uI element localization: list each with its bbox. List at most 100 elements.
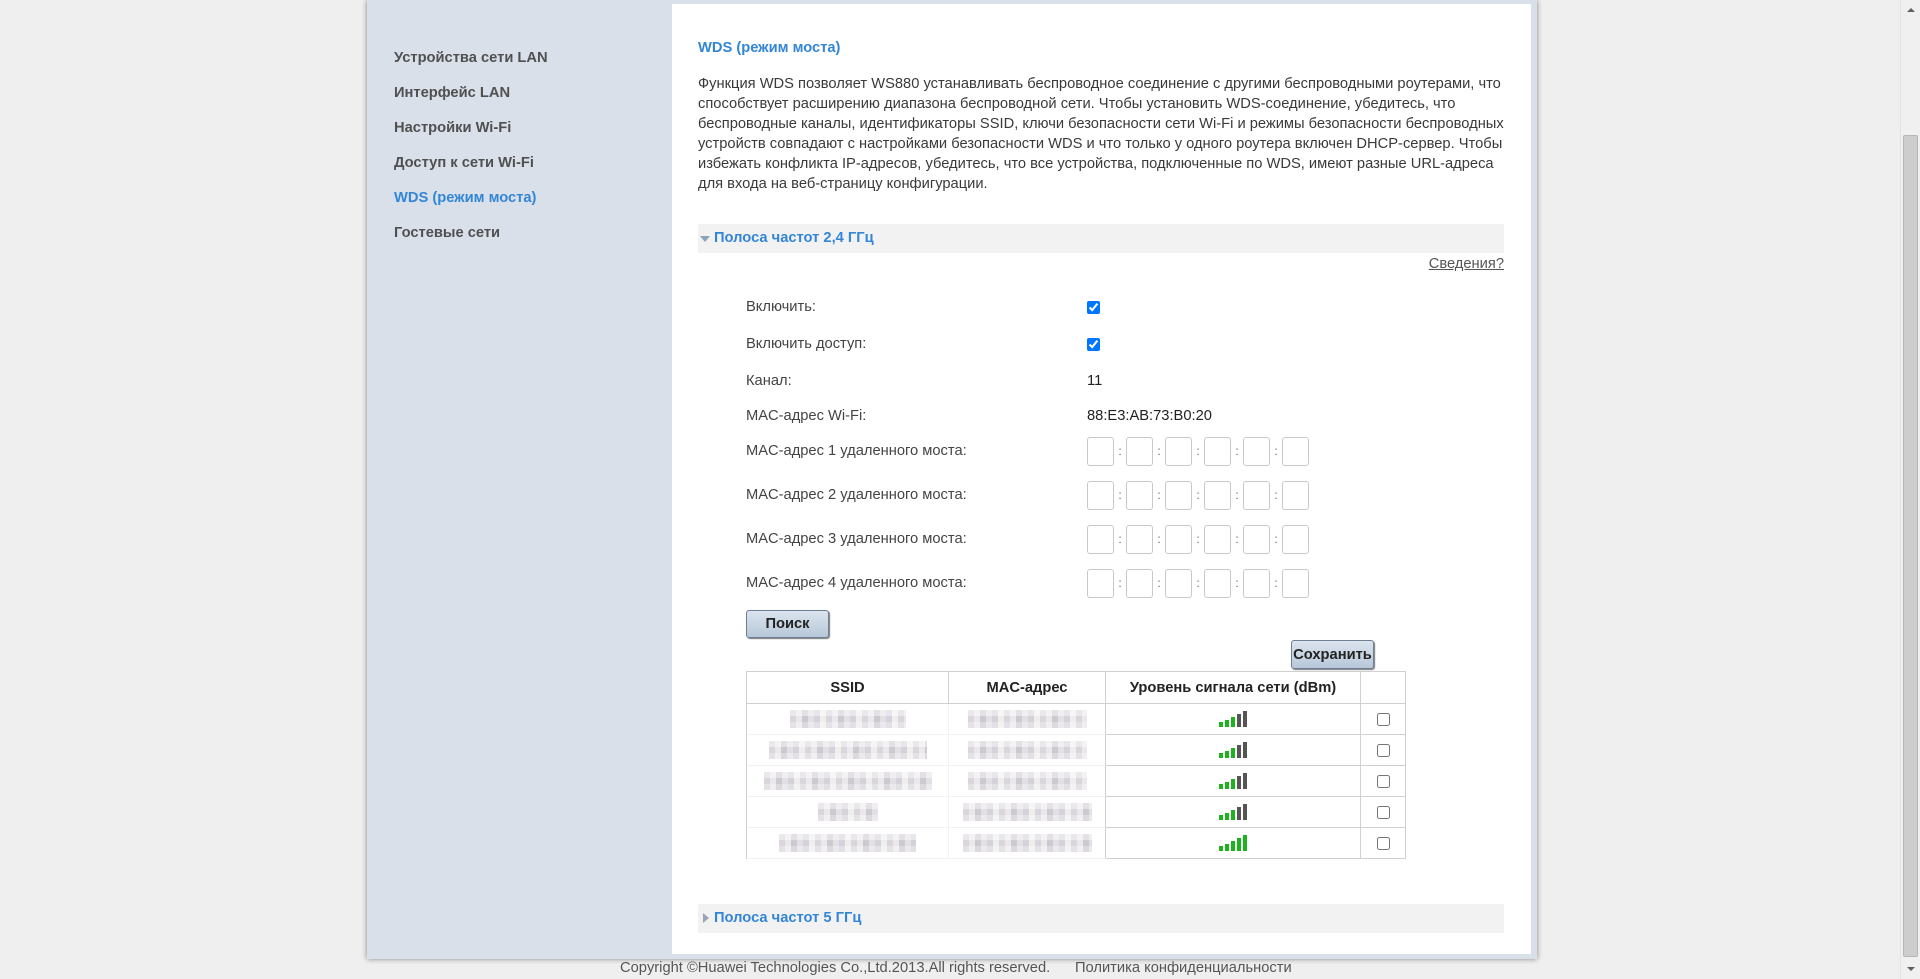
table-row[interactable]: [747, 766, 1406, 797]
help-link[interactable]: Сведения?: [1429, 255, 1504, 273]
signal-bar: [1225, 813, 1229, 821]
scan-row-select-checkbox[interactable]: [1376, 743, 1390, 757]
caret-down-icon: [700, 236, 710, 242]
sidebar-item-lan-devices[interactable]: Устройства сети LAN: [394, 41, 548, 76]
mac-octet-input[interactable]: [1165, 480, 1192, 510]
column-header-signal: Уровень сигнала сети (dBm): [1106, 672, 1361, 704]
mac-octet-input[interactable]: [1087, 480, 1114, 510]
signal-bar: [1231, 841, 1235, 852]
vertical-scrollbar[interactable]: [1900, 0, 1920, 979]
scan-row-select-checkbox[interactable]: [1376, 836, 1390, 850]
signal-bar: [1219, 846, 1223, 852]
signal-bar: [1225, 720, 1229, 728]
signal-bar: [1219, 784, 1223, 790]
sidebar-item-guest-networks[interactable]: Гостевые сети: [394, 216, 548, 251]
sidebar-item-lan-interface[interactable]: Интерфейс LAN: [394, 76, 548, 111]
signal-bar: [1243, 835, 1247, 852]
mac-octet-input[interactable]: [1282, 568, 1309, 598]
mac-octet-input[interactable]: [1204, 568, 1231, 598]
mac-separator: :: [1157, 532, 1161, 546]
mac-octet-input[interactable]: [1087, 436, 1114, 466]
mac-separator: :: [1157, 444, 1161, 458]
signal-strength-icon: [1219, 835, 1247, 852]
mac-octet-input[interactable]: [1126, 524, 1153, 554]
mac-separator: :: [1118, 488, 1122, 502]
enable-checkbox[interactable]: [1087, 300, 1100, 314]
remote-bridge-mac-label: MAC-адрес 2 удаленного моста:: [746, 487, 967, 503]
remote-bridge-mac-fields: :::::: [1087, 524, 1309, 554]
mac-octet-input[interactable]: [1204, 436, 1231, 466]
obscured-ssid: [779, 834, 916, 852]
enable-row: Включить:: [746, 292, 1506, 322]
remote-bridge-2-mac-row: MAC-адрес 2 удаленного моста::::::: [746, 480, 1506, 510]
mac-octet-input[interactable]: [1165, 568, 1192, 598]
sidebar-item-wds[interactable]: WDS (режим моста): [394, 181, 548, 216]
mac-octet-input[interactable]: [1204, 524, 1231, 554]
mac-cell: [949, 797, 1106, 828]
scan-row-select-checkbox[interactable]: [1376, 774, 1390, 788]
obscured-mac: [962, 834, 1092, 852]
signal-bar: [1237, 776, 1241, 790]
remote-bridge-mac-label: MAC-адрес 4 удаленного моста:: [746, 575, 967, 591]
mac-octet-input[interactable]: [1282, 524, 1309, 554]
table-row[interactable]: [747, 797, 1406, 828]
remote-bridge-mac-label: MAC-адрес 1 удаленного моста:: [746, 443, 967, 459]
mac-octet-input[interactable]: [1165, 436, 1192, 466]
mac-separator: :: [1274, 444, 1278, 458]
table-row[interactable]: [747, 735, 1406, 766]
mac-separator: :: [1274, 576, 1278, 590]
mac-octet-input[interactable]: [1087, 568, 1114, 598]
mac-octet-input[interactable]: [1243, 480, 1270, 510]
scrollbar-thumb[interactable]: [1903, 135, 1918, 957]
mac-octet-input[interactable]: [1126, 480, 1153, 510]
remote-bridge-mac-fields: :::::: [1087, 436, 1309, 466]
band-24ghz-section-header[interactable]: Полоса частот 2,4 ГГц: [698, 224, 1504, 253]
remote-bridge-mac-fields: :::::: [1087, 568, 1309, 598]
signal-bar: [1237, 714, 1241, 728]
enable-access-checkbox[interactable]: [1087, 337, 1100, 351]
select-cell: [1361, 766, 1406, 797]
remote-bridge-mac-label: MAC-адрес 3 удаленного моста:: [746, 531, 967, 547]
signal-strength-icon: [1219, 804, 1247, 821]
mac-octet-input[interactable]: [1282, 436, 1309, 466]
search-button[interactable]: Поиск: [746, 610, 829, 638]
obscured-mac: [967, 710, 1087, 728]
mac-octet-input[interactable]: [1126, 568, 1153, 598]
mac-separator: :: [1196, 576, 1200, 590]
signal-cell: [1106, 766, 1361, 797]
band-5ghz-label: Полоса частот 5 ГГц: [714, 910, 862, 926]
mac-octet-input[interactable]: [1282, 480, 1309, 510]
mac-octet-input[interactable]: [1243, 568, 1270, 598]
mac-octet-input[interactable]: [1204, 480, 1231, 510]
column-header-select: [1361, 672, 1406, 704]
mac-octet-input[interactable]: [1165, 524, 1192, 554]
mac-separator: :: [1118, 444, 1122, 458]
signal-cell: [1106, 704, 1361, 735]
signal-bar: [1237, 838, 1241, 852]
select-cell: [1361, 735, 1406, 766]
signal-bar: [1231, 810, 1235, 821]
scan-row-select-checkbox[interactable]: [1376, 712, 1390, 726]
sidebar-item-wifi-settings[interactable]: Настройки Wi-Fi: [394, 111, 548, 146]
mac-octet-input[interactable]: [1243, 524, 1270, 554]
ssid-cell: [747, 735, 949, 766]
table-row[interactable]: [747, 704, 1406, 735]
remote-bridge-4-mac-row: MAC-адрес 4 удаленного моста::::::: [746, 568, 1506, 598]
column-header-ssid: SSID: [747, 672, 949, 704]
mac-separator: :: [1235, 576, 1239, 590]
sidebar-item-wifi-access[interactable]: Доступ к сети Wi-Fi: [394, 146, 548, 181]
obscured-ssid: [817, 803, 878, 821]
scan-row-select-checkbox[interactable]: [1376, 805, 1390, 819]
main-frame: Устройства сети LAN Интерфейс LAN Настро…: [367, 0, 1537, 959]
scroll-up-arrow-icon[interactable]: [1901, 0, 1920, 20]
mac-octet-input[interactable]: [1126, 436, 1153, 466]
caret-right-icon: [703, 913, 709, 923]
footer-privacy-link[interactable]: Политика конфиденциальности: [1075, 959, 1292, 977]
scroll-down-arrow-icon[interactable]: [1901, 959, 1920, 979]
mac-octet-input[interactable]: [1243, 436, 1270, 466]
mac-octet-input[interactable]: [1087, 524, 1114, 554]
table-row[interactable]: [747, 828, 1406, 859]
page-title: WDS (режим моста): [698, 40, 841, 56]
save-button[interactable]: Сохранить: [1291, 640, 1374, 669]
band-5ghz-section-header[interactable]: Полоса частот 5 ГГц: [698, 904, 1504, 933]
